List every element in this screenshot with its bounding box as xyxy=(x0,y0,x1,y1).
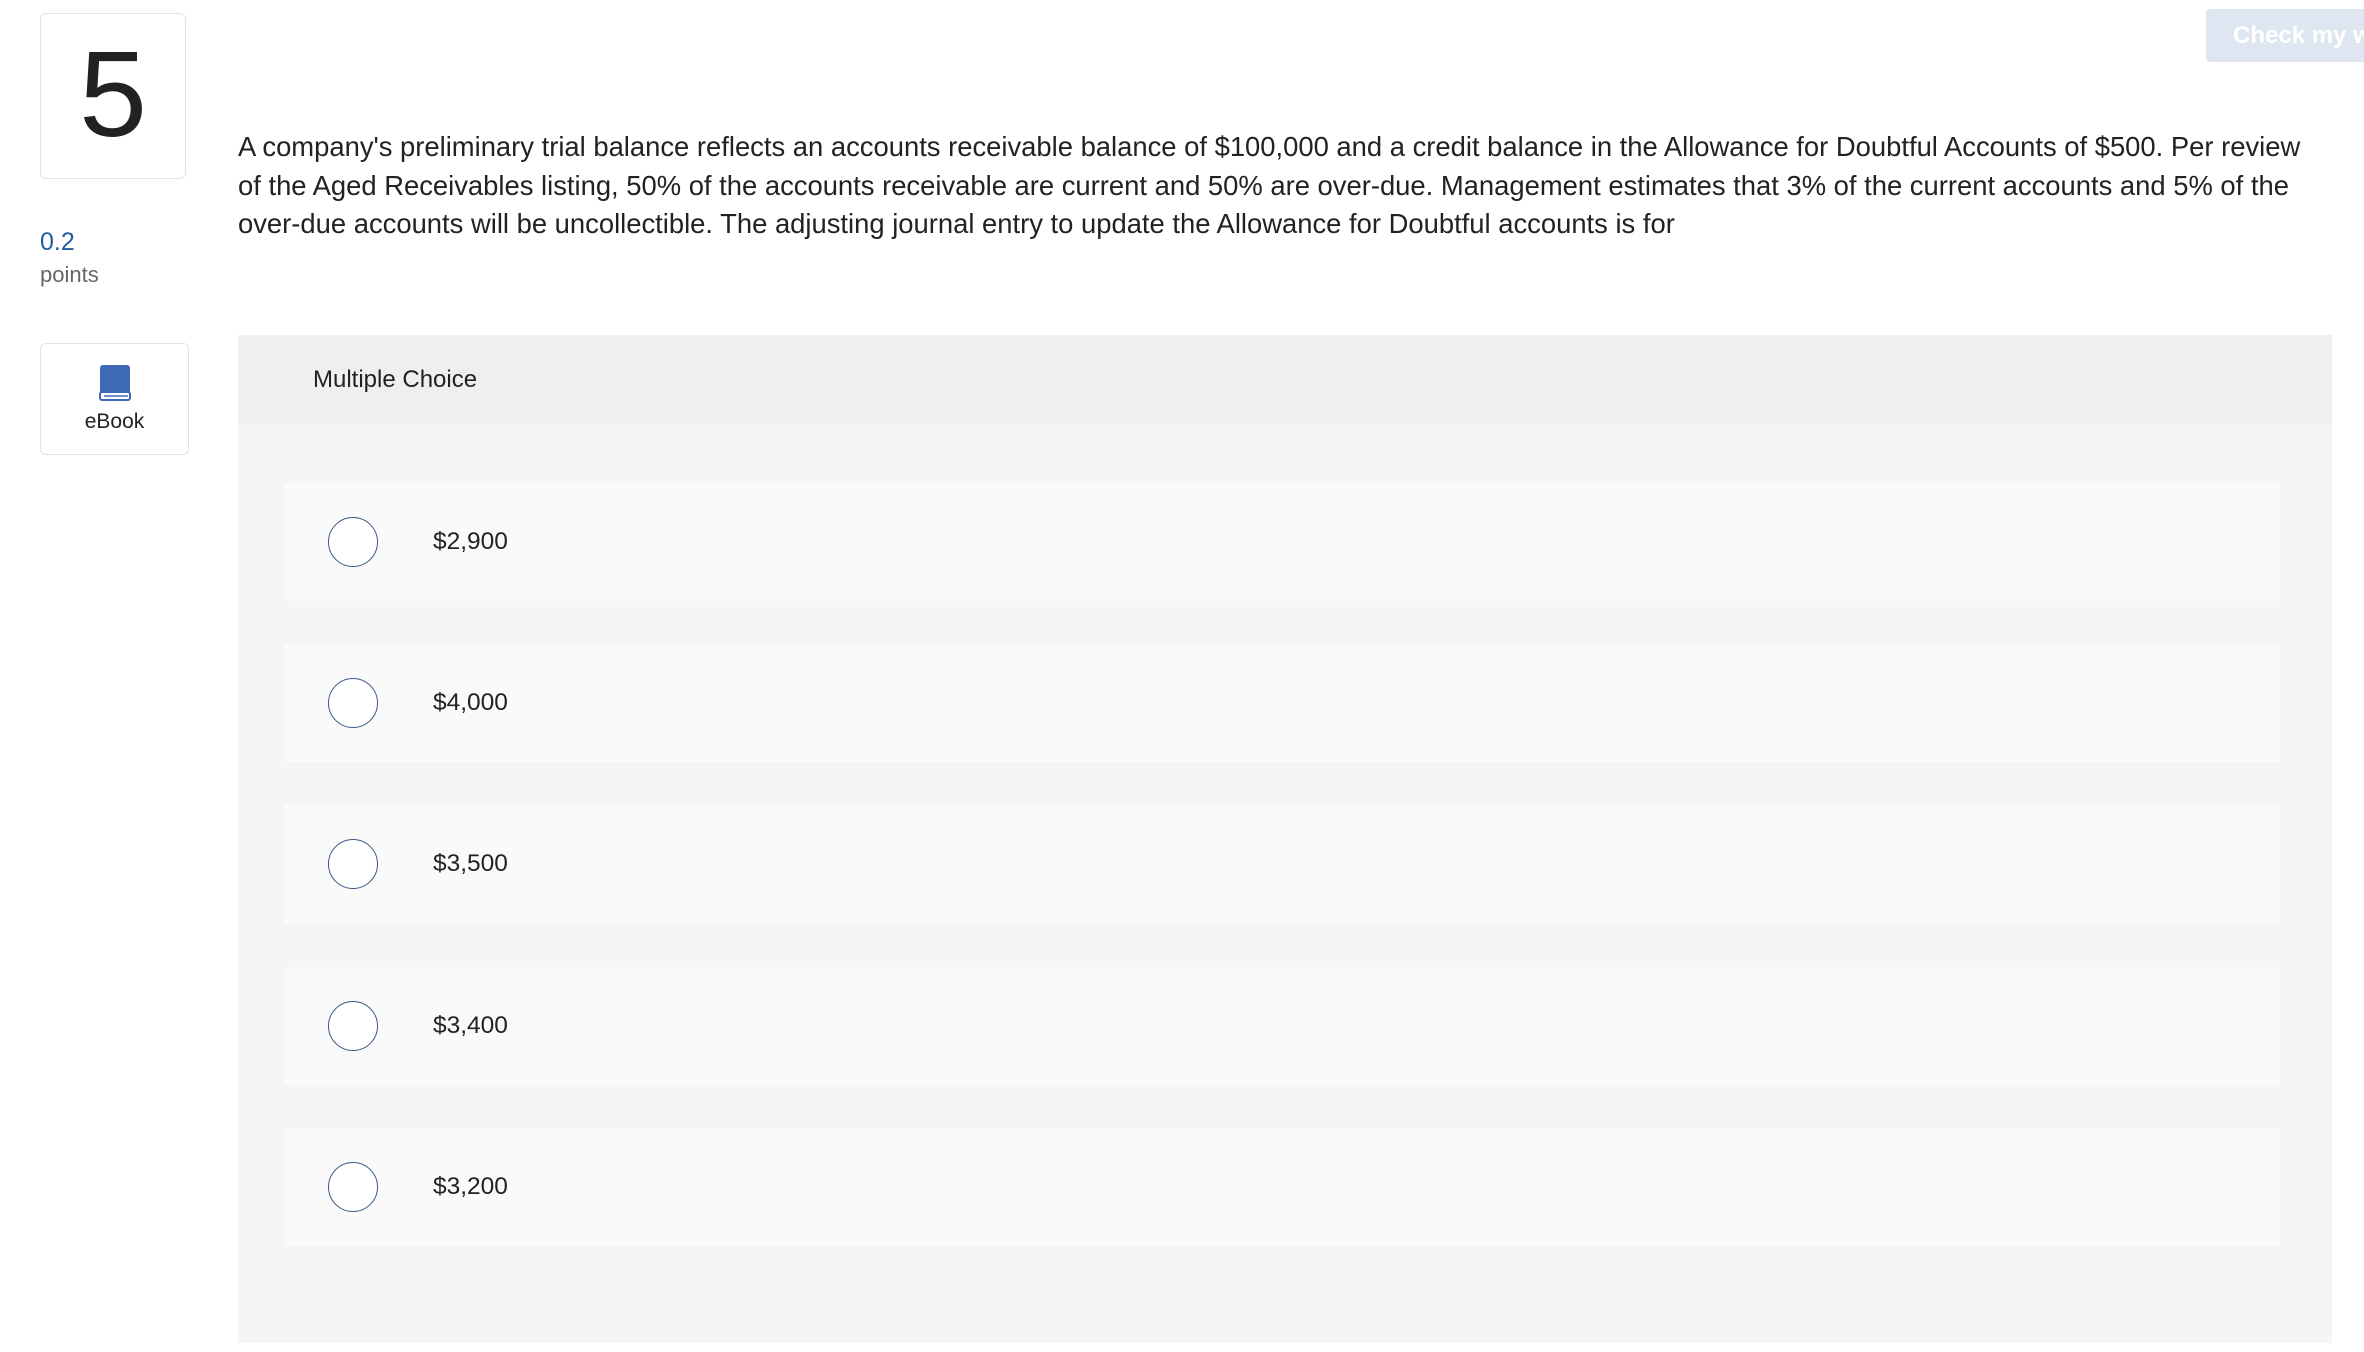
choice-label: $3,500 xyxy=(433,850,508,877)
question-number: 5 xyxy=(79,26,147,162)
radio-button[interactable] xyxy=(328,839,378,889)
choice-label: $3,400 xyxy=(433,1012,508,1039)
multiple-choice-panel: Multiple Choice $2,900 $4,000 $3,500 $3,… xyxy=(238,335,2332,1343)
question-number-box: 5 xyxy=(40,13,186,179)
ebook-button[interactable]: eBook xyxy=(40,343,189,455)
book-icon xyxy=(98,365,131,401)
question-page: 5 0.2 points eBook Check my work A compa… xyxy=(0,0,2364,1352)
choice-label: $2,900 xyxy=(433,528,508,555)
radio-button[interactable] xyxy=(328,517,378,567)
choice-label: $3,200 xyxy=(433,1173,508,1200)
choice-label: $4,000 xyxy=(433,689,508,716)
choice-option[interactable]: $3,500 xyxy=(284,805,2280,923)
choice-option[interactable]: $3,400 xyxy=(284,967,2280,1085)
radio-button[interactable] xyxy=(328,1162,378,1212)
points-value: 0.2 xyxy=(40,228,75,256)
radio-button[interactable] xyxy=(328,1001,378,1051)
multiple-choice-header: Multiple Choice xyxy=(238,335,2332,424)
choice-option[interactable]: $2,900 xyxy=(284,483,2280,601)
question-text: A company's preliminary trial balance re… xyxy=(238,131,2301,239)
check-my-work-button[interactable]: Check my work xyxy=(2206,9,2364,62)
ebook-label: eBook xyxy=(84,410,145,433)
radio-button[interactable] xyxy=(328,678,378,728)
points-label: points xyxy=(40,262,99,287)
choice-option[interactable]: $3,200 xyxy=(284,1128,2280,1246)
choice-option[interactable]: $4,000 xyxy=(284,644,2280,762)
